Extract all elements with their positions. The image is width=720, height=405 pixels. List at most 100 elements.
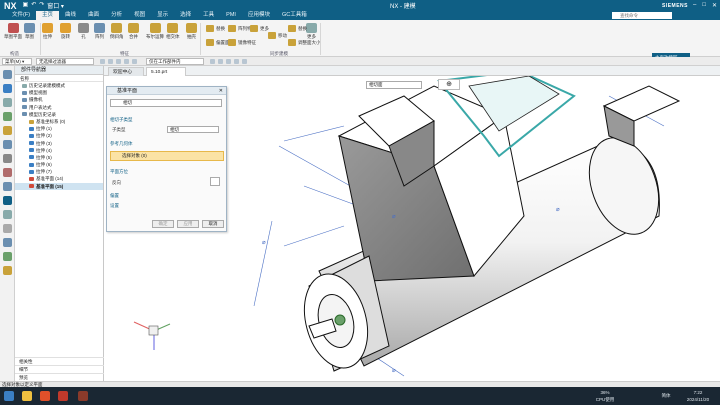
close-icon[interactable]: ✕ [712,2,717,9]
clock-time[interactable]: 7:22 [680,390,716,395]
navigator-row[interactable]: 模型视图 [15,89,103,96]
ribbon-small-button[interactable]: 移动 [268,32,287,39]
navigator-row[interactable]: 用户表达式 [15,104,103,111]
nx-taskbar-icon[interactable] [78,391,88,401]
explorer-icon[interactable] [22,391,32,401]
menu-item[interactable]: 曲线 [59,11,82,20]
process-studio-icon[interactable] [3,196,12,205]
upper-block[interactable] [602,85,681,147]
section-tangent-subtype[interactable]: 相切子类型 [110,117,133,123]
cancel-button[interactable]: 取消 [202,220,224,228]
ribbon-button[interactable]: 旋转 [60,23,71,40]
ribbon-small-button[interactable]: 镜像特征 [228,39,256,46]
layers-icon[interactable] [3,252,12,261]
dependencies-section[interactable]: 相关性 [15,357,104,365]
preview-section[interactable]: 预览 [15,373,104,381]
snap-icon[interactable] [218,59,223,64]
firefox-icon[interactable] [40,391,50,401]
subtype-dropdown[interactable]: 相切 [167,126,219,133]
command-search-input[interactable]: 查找命令 [612,12,672,19]
reference-icon[interactable] [3,266,12,275]
menu-item[interactable]: 视图 [128,11,151,20]
tab-welcome[interactable]: 欢迎中心 [108,67,144,76]
timer-icon[interactable] [3,224,12,233]
navigator-row[interactable]: 模型历史记录 [15,111,103,118]
tab-part-file[interactable]: 5.10.prt [146,67,186,76]
redo-icon[interactable]: ↷ [39,1,44,10]
apply-button[interactable]: 应用 [177,220,199,228]
snap-icon[interactable] [242,59,247,64]
navigator-row[interactable]: 基准平面 (14) [15,175,103,182]
settings-icon[interactable] [3,70,12,79]
navigator-row[interactable]: 摄像机 [15,96,103,103]
menu-item[interactable]: 文件(F) [6,11,36,20]
ribbon-button[interactable]: 草图平面 [4,23,22,40]
filter-icon[interactable] [132,59,137,64]
reuse-library-icon[interactable] [3,126,12,135]
filter-icon[interactable] [108,59,113,64]
clock-date[interactable]: 2024/11/20 [680,397,716,402]
navigator-row[interactable]: 拉伸 (4) [15,147,103,154]
navigator-row[interactable]: 拉伸 (2) [15,132,103,139]
filter-icon[interactable] [124,59,129,64]
ribbon-button[interactable]: 更多 [306,23,317,40]
section-plane-orientation[interactable]: 平面方位 [110,169,128,175]
menu-item[interactable]: 曲面 [82,11,105,20]
ok-button[interactable]: 确定 [152,220,174,228]
window-menu[interactable]: 窗口 ▾ [47,1,64,10]
select-object-field[interactable]: 选择对象 (0) [110,151,224,161]
snap-icon[interactable] [226,59,231,64]
ribbon-button[interactable]: 孔 [78,23,89,40]
history-icon[interactable] [3,168,12,177]
save-icon[interactable]: ▣ [23,1,29,10]
type-filter-dropdown[interactable]: 无选择过滤器 [36,58,94,65]
office-icon[interactable] [58,391,68,401]
input-language[interactable]: 简体 [660,393,672,399]
start-icon[interactable] [4,391,14,401]
web-browser-icon[interactable] [3,154,12,163]
ribbon-small-button[interactable]: 替换 [288,25,307,32]
details-section[interactable]: 细节 [15,365,104,373]
ribbon-button[interactable]: 布尔运算 [146,23,164,40]
assembly-navigator-icon[interactable] [3,84,12,93]
ribbon-button[interactable]: 合并 [128,23,139,40]
system-materials-icon[interactable] [3,182,12,191]
menu-item[interactable]: PMI [220,11,242,20]
menu-item[interactable]: 主页 [36,11,60,20]
menu-item[interactable]: 分析 [105,11,128,20]
navigator-row[interactable]: 拉伸 (7) [15,168,103,175]
navigator-row[interactable]: 拉伸 (3) [15,140,103,147]
undo-icon[interactable]: ↶ [31,1,36,10]
snap-icon[interactable] [234,59,239,64]
menu-item[interactable]: 工具 [197,11,220,20]
ribbon-button[interactable]: 拉伸 [42,23,53,40]
navigator-row[interactable]: 拉伸 (1) [15,125,103,132]
scope-dropdown[interactable]: 仅在工作部件内 [146,58,204,65]
constraint-navigator-icon[interactable] [3,98,12,107]
navigator-row[interactable]: 基准平面 (15) [15,182,103,190]
hd3d-icon[interactable] [3,140,12,149]
ribbon-small-button[interactable]: 偏置面 [206,39,230,46]
maximize-icon[interactable]: □ [702,2,706,9]
reverse-direction-icon[interactable] [210,177,220,186]
navigator-row[interactable]: 拉伸 (6) [15,161,103,168]
minimize-icon[interactable]: – [693,2,696,9]
face-rule-dropdown[interactable]: 相切面 [366,81,422,89]
ribbon-small-button[interactable]: 调整面大小 [288,39,321,46]
section-offset[interactable]: 偏置 [110,193,119,199]
ribbon-button[interactable]: 草图 [24,23,35,40]
ribbon-small-button[interactable]: 更多 [250,25,269,32]
snap-icon[interactable] [210,59,215,64]
menu-item[interactable]: 选择 [174,11,197,20]
menu-item[interactable]: 显示 [151,11,174,20]
crosshair-icon[interactable]: ⊕ [438,79,460,90]
menu-dropdown[interactable]: 菜单(M) ▾ [2,58,32,65]
section-settings[interactable]: 设置 [110,203,119,209]
ribbon-button[interactable]: 抽壳 [186,23,197,40]
plane-type-dropdown[interactable]: 相切 [110,99,222,107]
dialog-close-icon[interactable]: ✕ [219,87,223,95]
filter-icon[interactable] [116,59,121,64]
section-reference-geometry[interactable]: 参考几何体 [110,141,133,147]
part-navigator-icon[interactable] [3,112,12,121]
ribbon-button[interactable]: 阵列 [94,23,105,40]
